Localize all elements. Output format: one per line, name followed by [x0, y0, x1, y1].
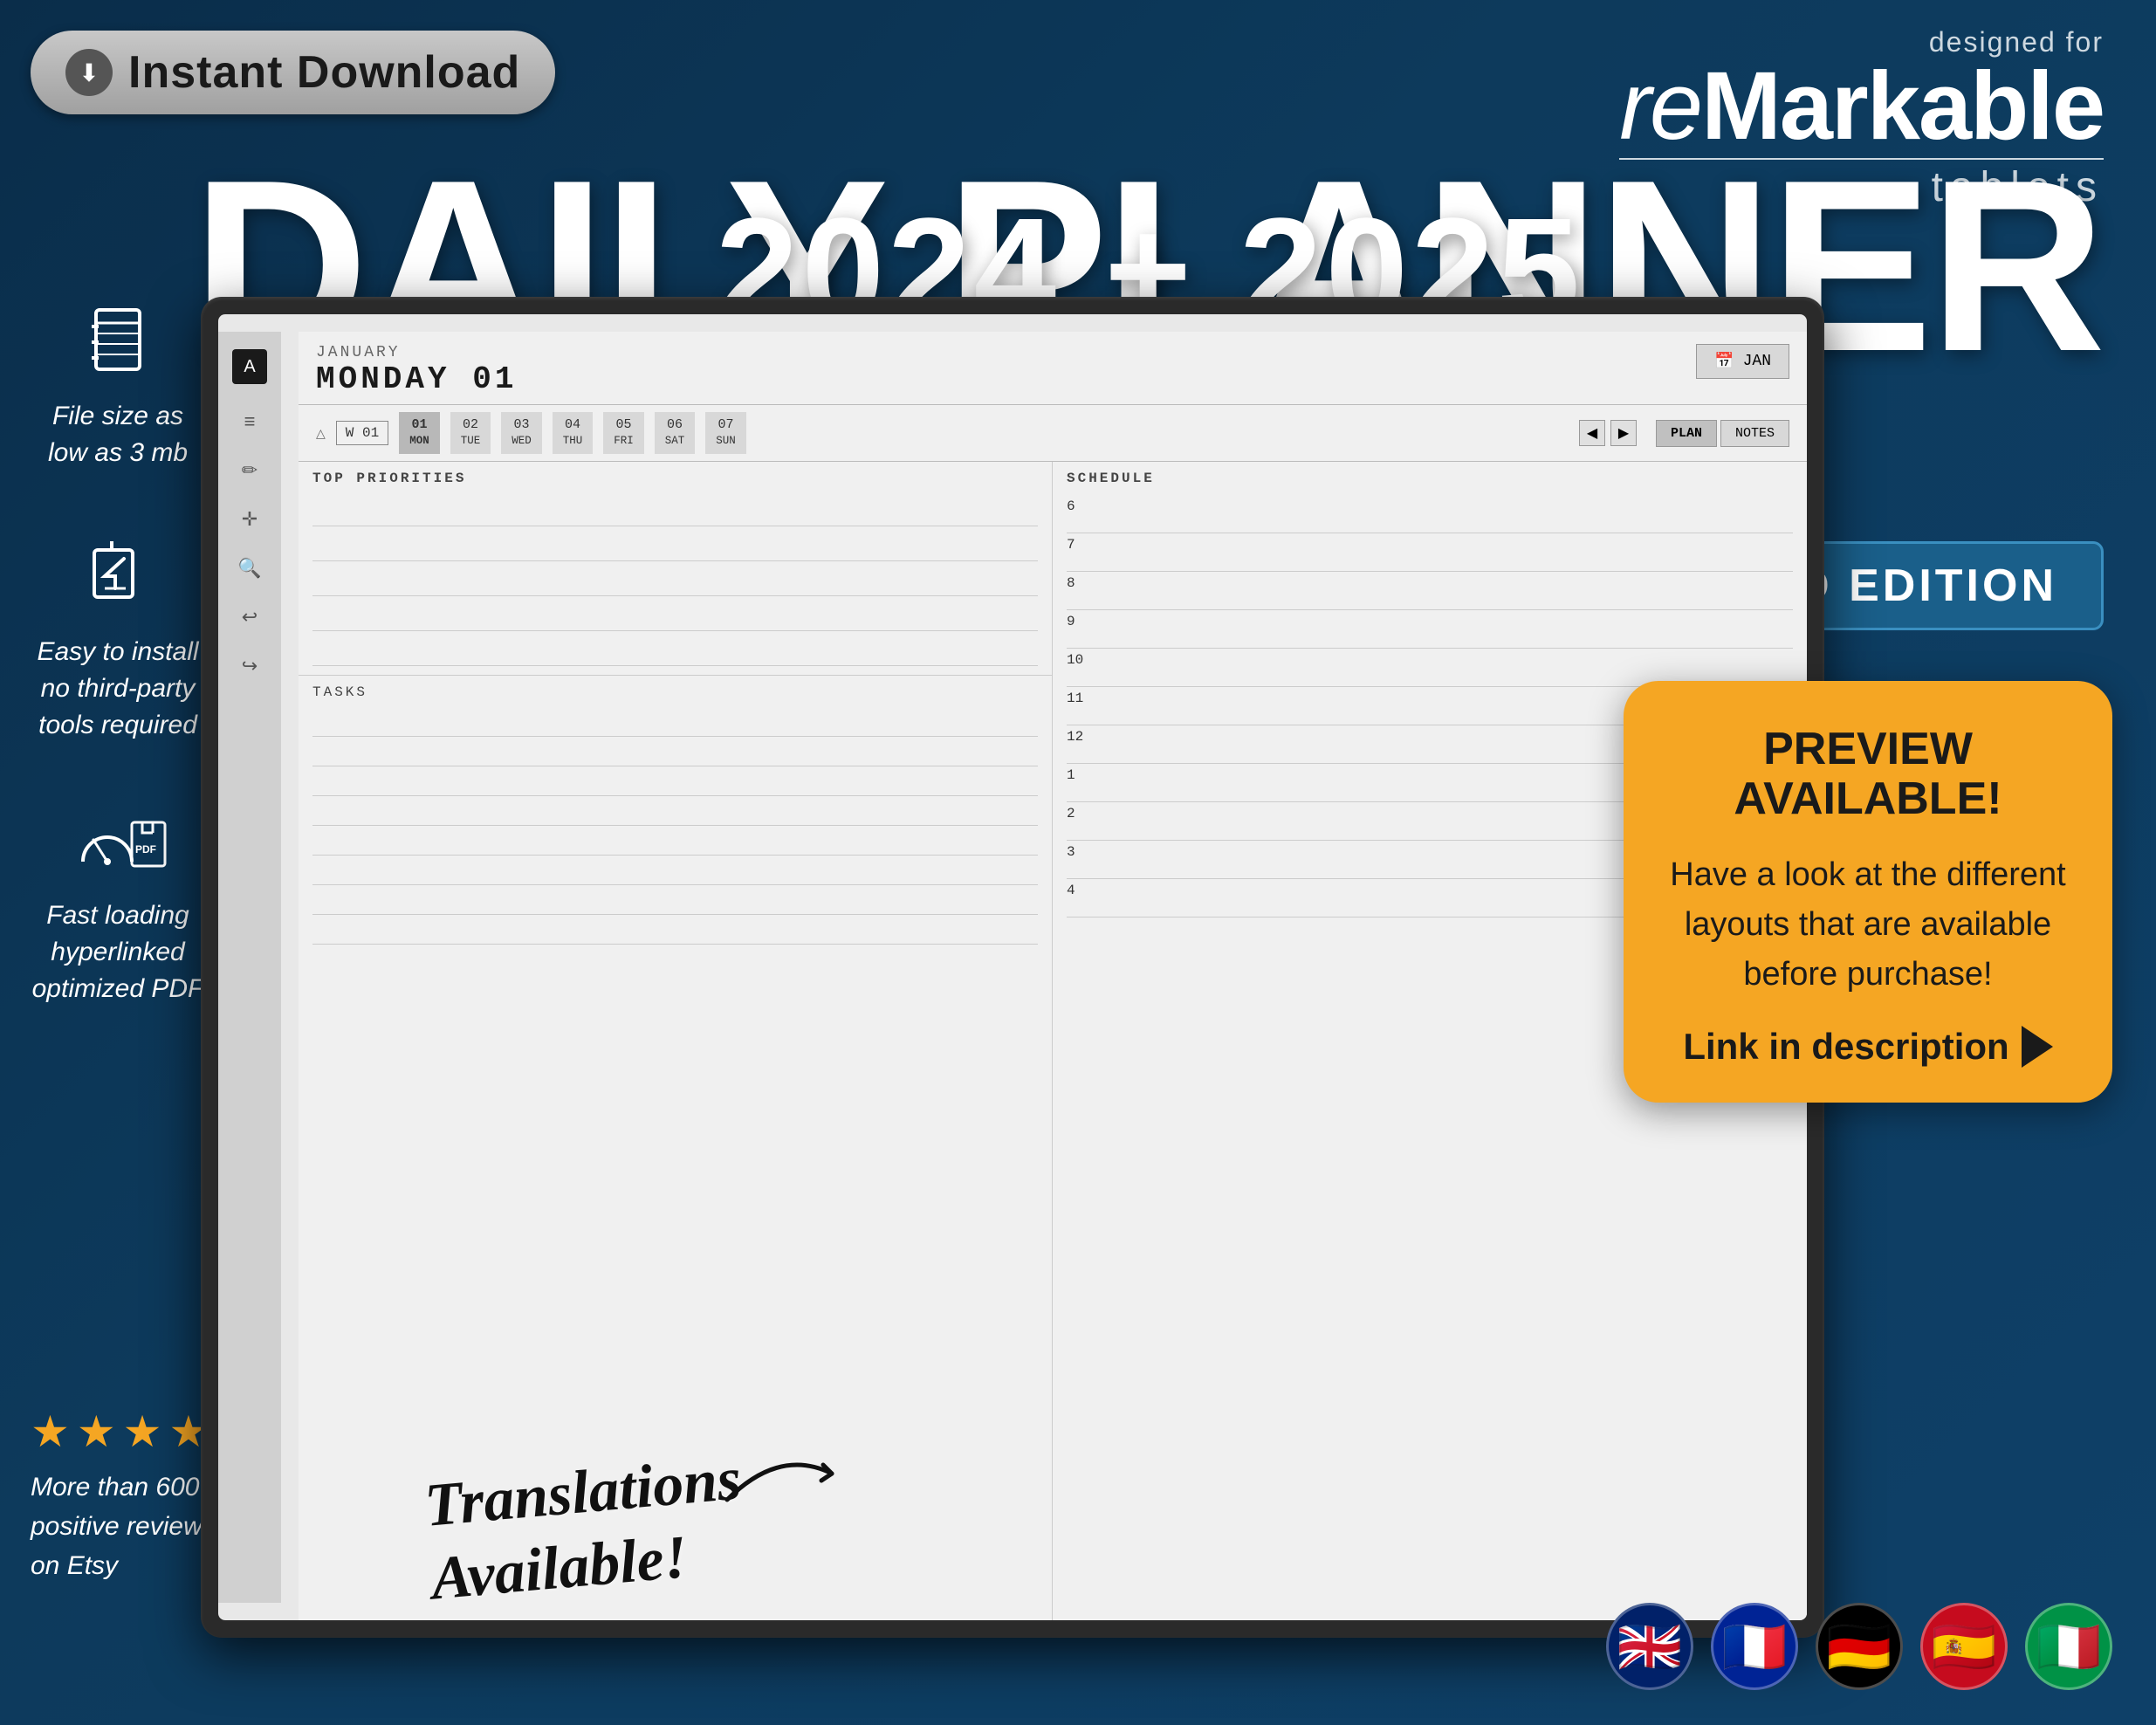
preview-body: Have a look at the different layouts tha…	[1667, 850, 2069, 1000]
time-9: 9	[1067, 614, 1088, 629]
svg-text:PDF: PDF	[135, 843, 156, 856]
notebook-icon	[31, 306, 205, 389]
day-07-sun[interactable]: 07SUN	[705, 412, 746, 454]
task-7	[312, 885, 1038, 915]
planner-month: JANUARY	[316, 344, 1789, 361]
device-toolbar: A ≡ ✏ ✛ 🔍 ↩ ↪	[218, 332, 281, 1603]
star-2: ★	[77, 1406, 116, 1457]
task-1	[312, 707, 1038, 737]
device-mockup: A ≡ ✏ ✛ 🔍 ↩ ↪ JANUARY MONDAY 01 📅 JAN △	[201, 297, 1824, 1638]
calendar-icon: 📅	[1714, 352, 1734, 371]
flag-germany: 🇩🇪	[1816, 1603, 1903, 1690]
week-nav: △ W 01 01MON 02TUE 03WED 04THU 05FRI 06S…	[299, 405, 1807, 462]
planner-header: JANUARY MONDAY 01 📅 JAN	[299, 332, 1807, 405]
task-8	[312, 915, 1038, 945]
toolbar-move-icon: ✛	[242, 508, 257, 531]
toolbar-text-icon: A	[232, 349, 267, 384]
schedule-6: 6	[1067, 495, 1793, 533]
time-3: 3	[1067, 844, 1088, 860]
toolbar-redo-icon: ↪	[242, 655, 257, 677]
time-7: 7	[1067, 537, 1088, 553]
day-03-wed[interactable]: 03WED	[501, 412, 542, 454]
translations-text: TranslationsAvailable!	[422, 1442, 750, 1616]
instant-download-label: Instant Download	[128, 46, 520, 99]
schedule-7: 7	[1067, 533, 1793, 572]
task-3	[312, 766, 1038, 796]
feature-easy-install: Easy to installno third-partytools requi…	[31, 541, 205, 744]
priority-2	[312, 530, 1038, 561]
next-arrow[interactable]: ▶	[1610, 420, 1637, 446]
flag-italy: 🇮🇹	[2025, 1603, 2112, 1690]
prev-arrow[interactable]: ◀	[1579, 420, 1605, 446]
time-4: 4	[1067, 883, 1088, 898]
feature-file-size-text: File size aslow as 3 mb	[31, 398, 205, 471]
jan-nav: 📅 JAN	[1696, 344, 1789, 379]
triangle-icon: △	[316, 426, 326, 441]
feature-install-text: Easy to installno third-partytools requi…	[31, 634, 205, 744]
feature-fast-pdf: PDF Fast loadinghyperlinkedoptimized PDF	[31, 814, 205, 1007]
priority-5	[312, 635, 1038, 666]
plan-button[interactable]: PLAN	[1656, 420, 1717, 447]
day-05-fri[interactable]: 05FRI	[603, 412, 644, 454]
priority-3	[312, 565, 1038, 596]
day-06-sat[interactable]: 06SAT	[655, 412, 696, 454]
priority-4	[312, 600, 1038, 631]
task-5	[312, 826, 1038, 856]
planner-content: JANUARY MONDAY 01 📅 JAN △ W 01 01MON 02T…	[299, 332, 1807, 1620]
feature-file-size: File size aslow as 3 mb	[31, 306, 205, 471]
flag-spain: 🇪🇸	[1920, 1603, 2008, 1690]
preview-title: PREVIEW AVAILABLE!	[1667, 725, 2069, 824]
toolbar-undo-icon: ↩	[242, 606, 257, 629]
notes-button[interactable]: NOTES	[1720, 420, 1789, 447]
time-11: 11	[1067, 691, 1088, 706]
translations-section: TranslationsAvailable!	[428, 1456, 745, 1603]
flag-uk: 🇬🇧	[1606, 1603, 1693, 1690]
day-04-thu[interactable]: 04THU	[553, 412, 594, 454]
time-1: 1	[1067, 767, 1088, 783]
translations-arrow	[710, 1430, 849, 1535]
time-8: 8	[1067, 575, 1088, 591]
star-1: ★	[31, 1406, 70, 1457]
speedometer-pdf-icon: PDF	[31, 814, 205, 889]
week-badge: W 01	[336, 421, 388, 445]
feature-pdf-text: Fast loadinghyperlinkedoptimized PDF	[31, 897, 205, 1007]
toolbar-pencil-icon: ✏	[242, 459, 257, 482]
flag-france: 🇫🇷	[1711, 1603, 1798, 1690]
device-screen: A ≡ ✏ ✛ 🔍 ↩ ↪ JANUARY MONDAY 01 📅 JAN △	[218, 314, 1807, 1620]
schedule-header: SCHEDULE	[1067, 471, 1793, 486]
day-02-tue[interactable]: 02TUE	[450, 412, 491, 454]
task-6	[312, 856, 1038, 885]
time-2: 2	[1067, 806, 1088, 821]
priority-1	[312, 495, 1038, 526]
priorities-header: TOP PRIORITIES	[312, 471, 1038, 486]
task-4	[312, 796, 1038, 826]
time-10: 10	[1067, 652, 1088, 668]
preview-link[interactable]: Link in description	[1667, 1026, 2069, 1068]
toolbar-menu-icon: ≡	[244, 410, 256, 433]
preview-bubble: PREVIEW AVAILABLE! Have a look at the di…	[1624, 681, 2112, 1103]
day-01-mon[interactable]: 01MON	[399, 412, 440, 454]
jan-label: JAN	[1743, 353, 1771, 370]
features-list: File size aslow as 3 mb Easy to installn…	[31, 306, 205, 1077]
star-3: ★	[123, 1406, 162, 1457]
tasks-header: TASKS	[312, 684, 1038, 700]
preview-link-text: Link in description	[1683, 1026, 2008, 1068]
instant-download-badge: ⬇ Instant Download	[31, 31, 555, 114]
flags-row: 🇬🇧 🇫🇷 🇩🇪 🇪🇸 🇮🇹	[1606, 1603, 2112, 1690]
time-12: 12	[1067, 729, 1088, 745]
download-icon: ⬇	[65, 49, 113, 96]
preview-link-arrow	[2022, 1026, 2053, 1068]
schedule-9: 9	[1067, 610, 1793, 649]
toolbar-search-icon: 🔍	[237, 557, 261, 580]
planner-day: MONDAY 01	[316, 361, 1789, 397]
task-2	[312, 737, 1038, 766]
time-6: 6	[1067, 498, 1088, 514]
install-icon	[31, 541, 205, 625]
schedule-8: 8	[1067, 572, 1793, 610]
